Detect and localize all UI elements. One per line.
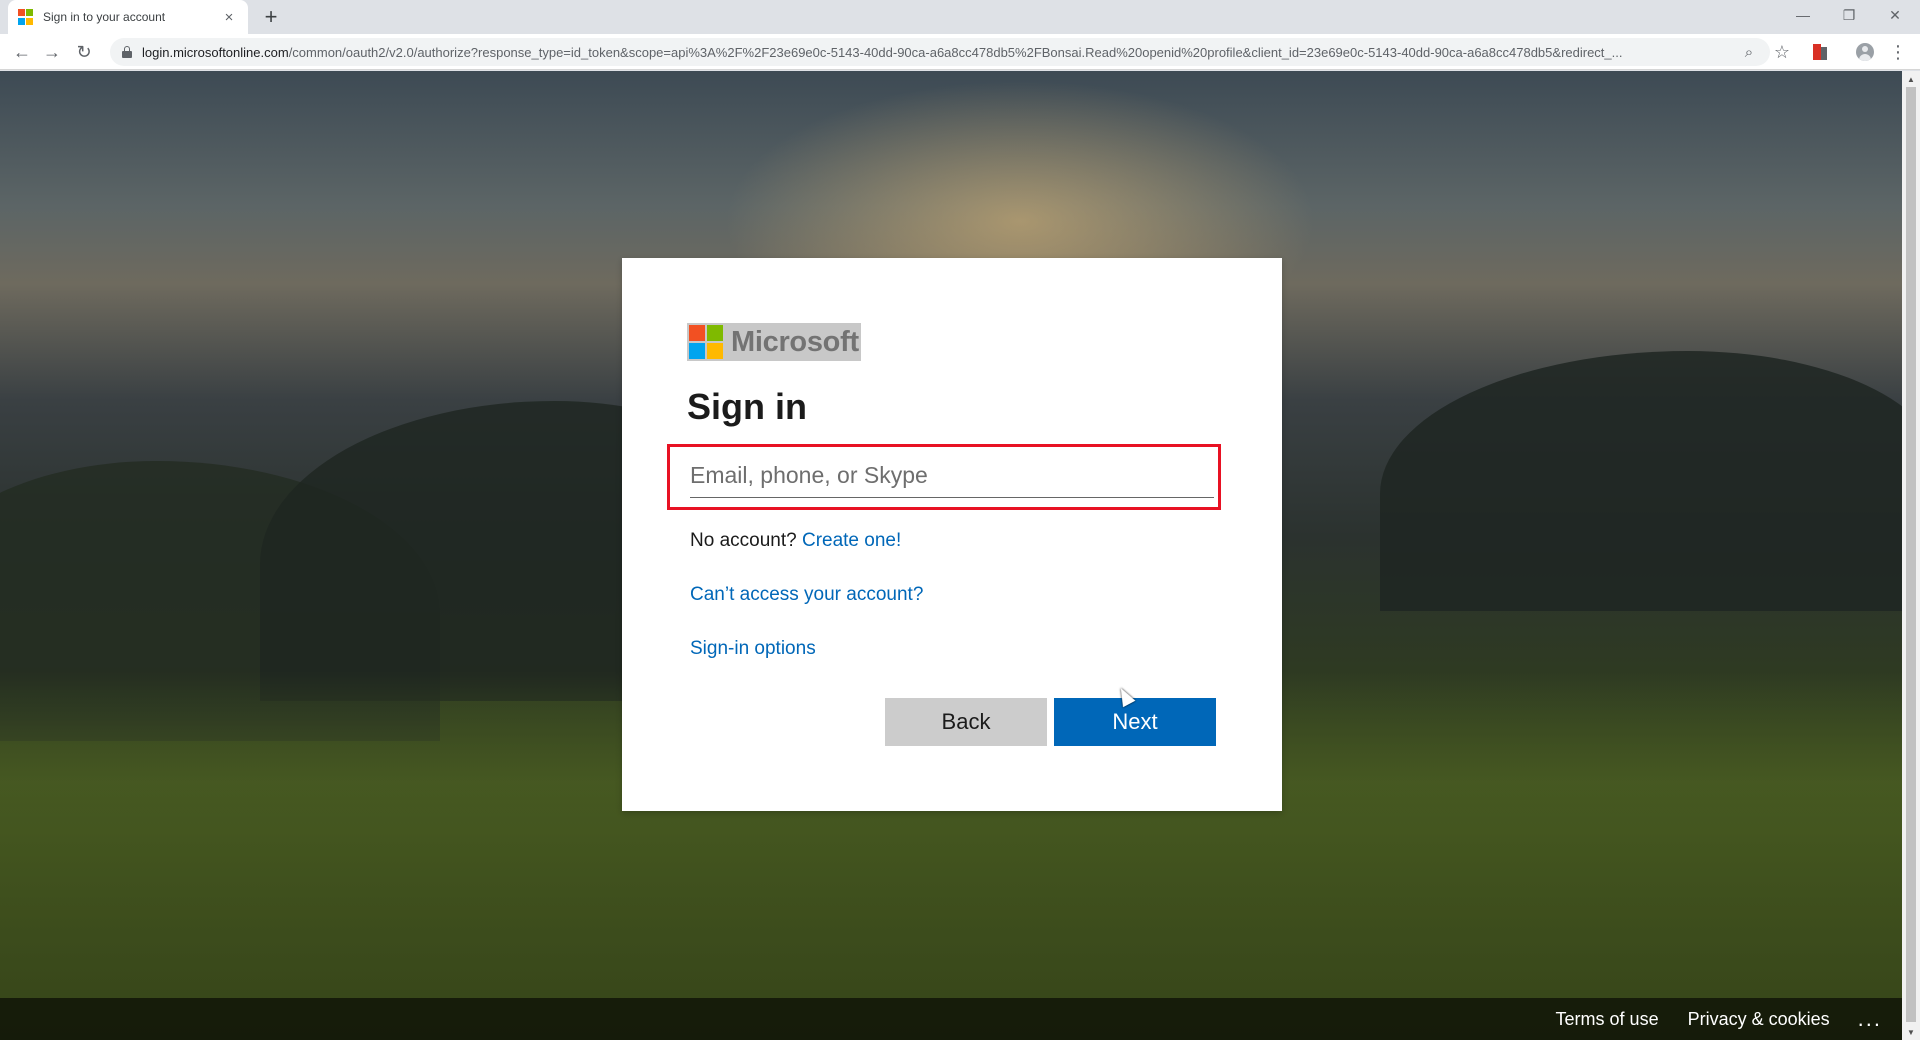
extension-icon[interactable]: [1806, 38, 1834, 66]
lock-icon: [122, 46, 132, 58]
tab-title: Sign in to your account: [43, 10, 166, 24]
vertical-scrollbar[interactable]: ▲ ▼: [1902, 71, 1920, 1040]
microsoft-squares-icon: [689, 325, 723, 359]
profile-avatar-icon[interactable]: [1851, 38, 1879, 66]
back-button[interactable]: Back: [885, 698, 1047, 746]
zoom-icon[interactable]: ⌕: [1735, 38, 1763, 66]
bookmark-star-icon[interactable]: ☆: [1768, 38, 1796, 66]
scrollbar-thumb[interactable]: [1906, 87, 1916, 1022]
close-window-icon[interactable]: ✕: [1872, 0, 1918, 30]
sign-in-options-link[interactable]: Sign-in options: [690, 638, 816, 659]
cant-access-row: Can’t access your account?: [690, 584, 923, 606]
browser-toolbar: ← → ↻ login.microsoftonline.com/common/o…: [0, 34, 1920, 70]
page-title: Sign in: [687, 386, 807, 427]
tab-strip: Sign in to your account × + — ❐ ✕: [0, 0, 1920, 34]
no-account-label: No account?: [690, 530, 797, 551]
forward-arrow-icon[interactable]: →: [38, 38, 66, 66]
tab-sign-in[interactable]: Sign in to your account ×: [8, 0, 248, 34]
address-bar[interactable]: login.microsoftonline.com/common/oauth2/…: [110, 38, 1770, 66]
reload-icon[interactable]: ↻: [70, 38, 98, 66]
url-host: login.microsoftonline.com: [142, 44, 289, 60]
microsoft-favicon-icon: [18, 9, 34, 25]
footer: Terms of use Privacy & cookies ...: [0, 998, 1902, 1040]
no-account-row: No account? Create one!: [690, 530, 901, 552]
terms-of-use-link[interactable]: Terms of use: [1556, 1009, 1659, 1030]
scroll-down-icon[interactable]: ▼: [1902, 1024, 1920, 1040]
new-tab-button[interactable]: +: [258, 4, 284, 30]
privacy-cookies-link[interactable]: Privacy & cookies: [1688, 1009, 1830, 1030]
browser-menu-icon[interactable]: ⋮: [1884, 38, 1912, 66]
tab-close-icon[interactable]: ×: [220, 8, 238, 26]
minimize-icon[interactable]: —: [1780, 0, 1826, 30]
cant-access-account-link[interactable]: Can’t access your account?: [690, 584, 923, 605]
sign-in-card: Microsoft Sign in No account? Create one…: [622, 258, 1282, 811]
restore-icon[interactable]: ❐: [1826, 0, 1872, 30]
scroll-up-icon[interactable]: ▲: [1902, 71, 1920, 87]
create-account-link[interactable]: Create one!: [802, 530, 901, 551]
page-background: Microsoft Sign in No account? Create one…: [0, 71, 1902, 1040]
more-options-icon[interactable]: ...: [1858, 1006, 1882, 1032]
background-hill: [1380, 351, 1902, 611]
email-field[interactable]: [690, 454, 1214, 498]
next-button[interactable]: Next: [1054, 698, 1216, 746]
url-text[interactable]: login.microsoftonline.com/common/oauth2/…: [142, 45, 1742, 60]
microsoft-logo: Microsoft: [687, 323, 861, 361]
back-arrow-icon[interactable]: ←: [8, 38, 36, 66]
url-path: /common/oauth2/v2.0/authorize?response_t…: [288, 44, 1623, 60]
sign-in-options-row: Sign-in options: [690, 638, 816, 660]
microsoft-wordmark: Microsoft: [731, 325, 859, 358]
